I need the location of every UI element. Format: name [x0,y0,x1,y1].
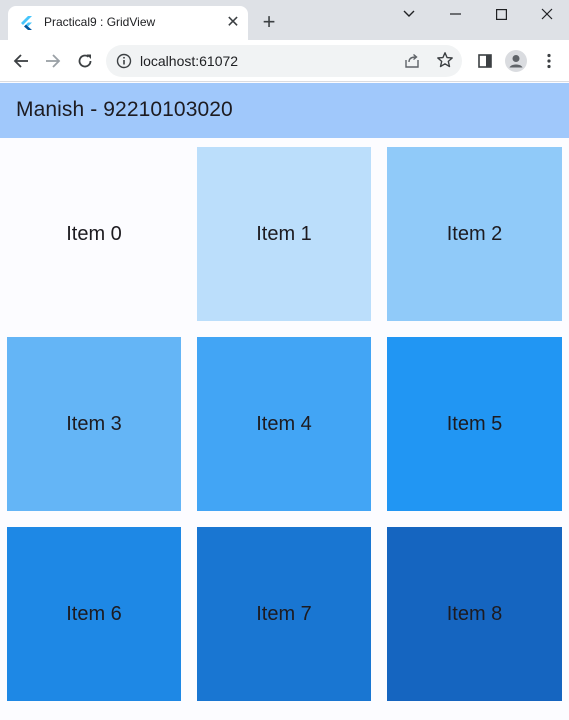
grid-item-label: Item 4 [256,412,312,435]
share-icon[interactable] [403,52,421,70]
site-info-icon[interactable] [116,53,132,69]
tab-close-icon[interactable]: ✕ [222,11,244,33]
grid-item[interactable]: Item 6 [7,527,181,701]
window-close-icon[interactable] [524,0,569,28]
tab-strip: Practical9 : GridView ✕ + [0,0,569,40]
grid-item-label: Item 1 [256,222,312,245]
address-bar[interactable]: localhost:61072 [106,45,462,77]
grid-item-label: Item 5 [446,412,503,435]
maximize-icon[interactable] [478,0,524,28]
bookmark-star-icon[interactable] [436,51,454,69]
app-bar: Manish - 92210103020 [0,83,569,138]
grid-item[interactable]: Item 1 [197,147,371,321]
grid-item[interactable]: Item 8 [387,527,562,701]
grid-item[interactable]: Item 5 [387,337,562,511]
new-tab-button[interactable]: + [257,10,281,34]
reload-icon[interactable] [72,48,98,74]
app-title: Manish - 92210103020 [16,98,233,121]
url-text[interactable]: localhost:61072 [140,53,238,69]
grid-item[interactable]: Item 2 [387,147,562,321]
grid-item[interactable]: Item 4 [197,337,371,511]
grid-view: Item 0 Item 1 Item 2 Item 3 Item 4 Item … [7,147,563,701]
back-arrow-icon[interactable] [8,48,34,74]
grid-item-label: Item 8 [446,602,503,625]
grid-item[interactable]: Item 0 [7,147,181,321]
browser-tab[interactable]: Practical9 : GridView ✕ [8,6,248,40]
grid-item-label: Item 3 [66,412,122,435]
tab-search-chevron-icon[interactable] [386,0,432,28]
grid-item[interactable]: Item 3 [7,337,181,511]
kebab-menu-icon[interactable] [536,48,562,74]
forward-arrow-icon[interactable] [40,48,66,74]
browser-toolbar: localhost:61072 [0,40,569,82]
side-panel-icon[interactable] [472,48,498,74]
flutter-logo-icon [21,16,32,30]
profile-avatar-icon[interactable] [503,48,529,74]
grid-item-label: Item 7 [256,602,312,625]
grid-item[interactable]: Item 7 [197,527,371,701]
tab-title: Practical9 : GridView [44,15,156,29]
grid-item-label: Item 2 [446,222,503,245]
grid-item-label: Item 0 [66,222,122,245]
minimize-icon[interactable] [432,0,478,28]
grid-item-label: Item 6 [66,602,122,625]
